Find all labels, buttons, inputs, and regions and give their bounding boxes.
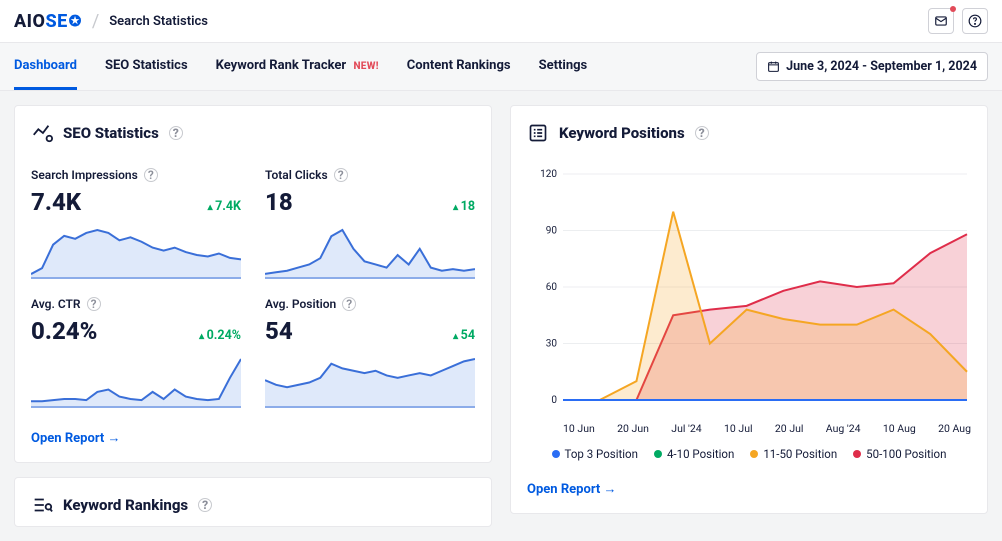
stat-label: Avg. CTR [31, 297, 81, 311]
stat-impressions: Search Impressions? 7.4K 7.4K [31, 158, 241, 287]
stat-value: 54 [265, 317, 293, 345]
stat-position: Avg. Position? 54 54 [265, 287, 475, 416]
keyword-positions-chart: 0 30 60 90 120 [527, 156, 971, 416]
legend-50-100: 50-100 Position [853, 447, 946, 461]
help-icon[interactable]: ? [695, 126, 709, 140]
card-title: Keyword Rankings ? [31, 494, 475, 516]
keyword-positions-card: Keyword Positions ? 0 30 60 90 120 10 Jun20 … [510, 105, 988, 514]
help-icon[interactable]: ? [144, 168, 158, 182]
legend-11-50: 11-50 Position [750, 447, 837, 461]
card-title-text: Keyword Rankings [63, 496, 188, 514]
stat-value: 7.4K [31, 188, 81, 216]
help-icon[interactable]: ? [169, 126, 183, 140]
dot-icon [750, 450, 758, 458]
new-badge: NEW! [353, 61, 378, 72]
help-icon[interactable]: ? [198, 498, 212, 512]
breadcrumb: Search Statistics [109, 14, 208, 29]
sparkline-position [265, 353, 475, 408]
legend-top3: Top 3 Position [552, 447, 638, 461]
card-title: SEO Statistics ? [31, 122, 475, 144]
legend-4-10: 4-10 Position [654, 447, 734, 461]
calendar-icon [767, 60, 780, 73]
logo-text-left: AIO [14, 11, 45, 32]
stat-value: 18 [265, 188, 293, 216]
svg-text:30: 30 [546, 339, 558, 350]
breadcrumb-separator: / [92, 11, 99, 32]
dot-icon [654, 450, 662, 458]
svg-text:120: 120 [540, 169, 557, 180]
card-title-text: SEO Statistics [63, 124, 159, 142]
dot-icon [552, 450, 560, 458]
card-title: Keyword Positions ? [527, 122, 971, 144]
top-bar: AIOSE✪ / Search Statistics [0, 0, 1002, 43]
sparkline-ctr [31, 353, 241, 408]
date-range-text: June 3, 2024 - September 1, 2024 [786, 59, 977, 74]
chart-x-ticks: 10 Jun20 JunJul '2410 Jul20 JulAug '2410… [527, 420, 971, 435]
tab-bar: Dashboard SEO Statistics Keyword Rank Tr… [0, 43, 1002, 91]
chart-legend: Top 3 Position 4-10 Position 11-50 Posit… [527, 447, 971, 461]
svg-text:60: 60 [546, 282, 558, 293]
tab-dashboard[interactable]: Dashboard [14, 44, 77, 90]
trend-icon [31, 122, 53, 144]
dot-icon [853, 450, 861, 458]
stat-ctr: Avg. CTR? 0.24% 0.24% [31, 287, 241, 416]
help-icon[interactable]: ? [334, 168, 348, 182]
list-icon [527, 122, 549, 144]
svg-text:0: 0 [551, 395, 557, 406]
stat-delta: 18 [453, 199, 475, 214]
card-title-text: Keyword Positions [559, 124, 685, 142]
svg-text:90: 90 [546, 226, 558, 237]
ranking-icon [31, 494, 53, 516]
stat-delta: 54 [453, 328, 475, 343]
help-icon[interactable]: ? [87, 297, 101, 311]
stat-label: Search Impressions [31, 168, 138, 182]
stat-delta: 7.4K [208, 199, 241, 214]
help-button[interactable] [962, 8, 988, 34]
tab-label: Keyword Rank Tracker [216, 58, 347, 73]
stat-label: Total Clicks [265, 168, 328, 182]
seo-statistics-card: SEO Statistics ? Search Impressions? 7.4… [14, 105, 492, 463]
stat-delta: 0.24% [199, 328, 241, 343]
logo-text-right: SE [45, 11, 67, 32]
help-icon[interactable]: ? [342, 297, 356, 311]
stat-clicks: Total Clicks? 18 18 [265, 158, 475, 287]
gear-icon: ✪ [69, 12, 82, 30]
keyword-rankings-card: Keyword Rankings ? [14, 477, 492, 527]
tab-content-rankings[interactable]: Content Rankings [407, 44, 511, 90]
open-report-link[interactable]: Open Report → [31, 430, 121, 446]
stat-value: 0.24% [31, 317, 97, 345]
sparkline-impressions [31, 224, 241, 279]
tab-settings[interactable]: Settings [539, 44, 588, 90]
logo[interactable]: AIOSE✪ [14, 11, 82, 32]
open-report-link[interactable]: Open Report → [527, 481, 617, 497]
notifications-icon[interactable] [928, 8, 954, 34]
tab-keyword-rank-tracker[interactable]: Keyword Rank Tracker NEW! [216, 44, 379, 90]
tab-seo-statistics[interactable]: SEO Statistics [105, 44, 188, 90]
main-content: SEO Statistics ? Search Impressions? 7.4… [0, 91, 1002, 541]
stat-label: Avg. Position [265, 297, 336, 311]
date-range-picker[interactable]: June 3, 2024 - September 1, 2024 [756, 52, 988, 81]
sparkline-clicks [265, 224, 475, 279]
